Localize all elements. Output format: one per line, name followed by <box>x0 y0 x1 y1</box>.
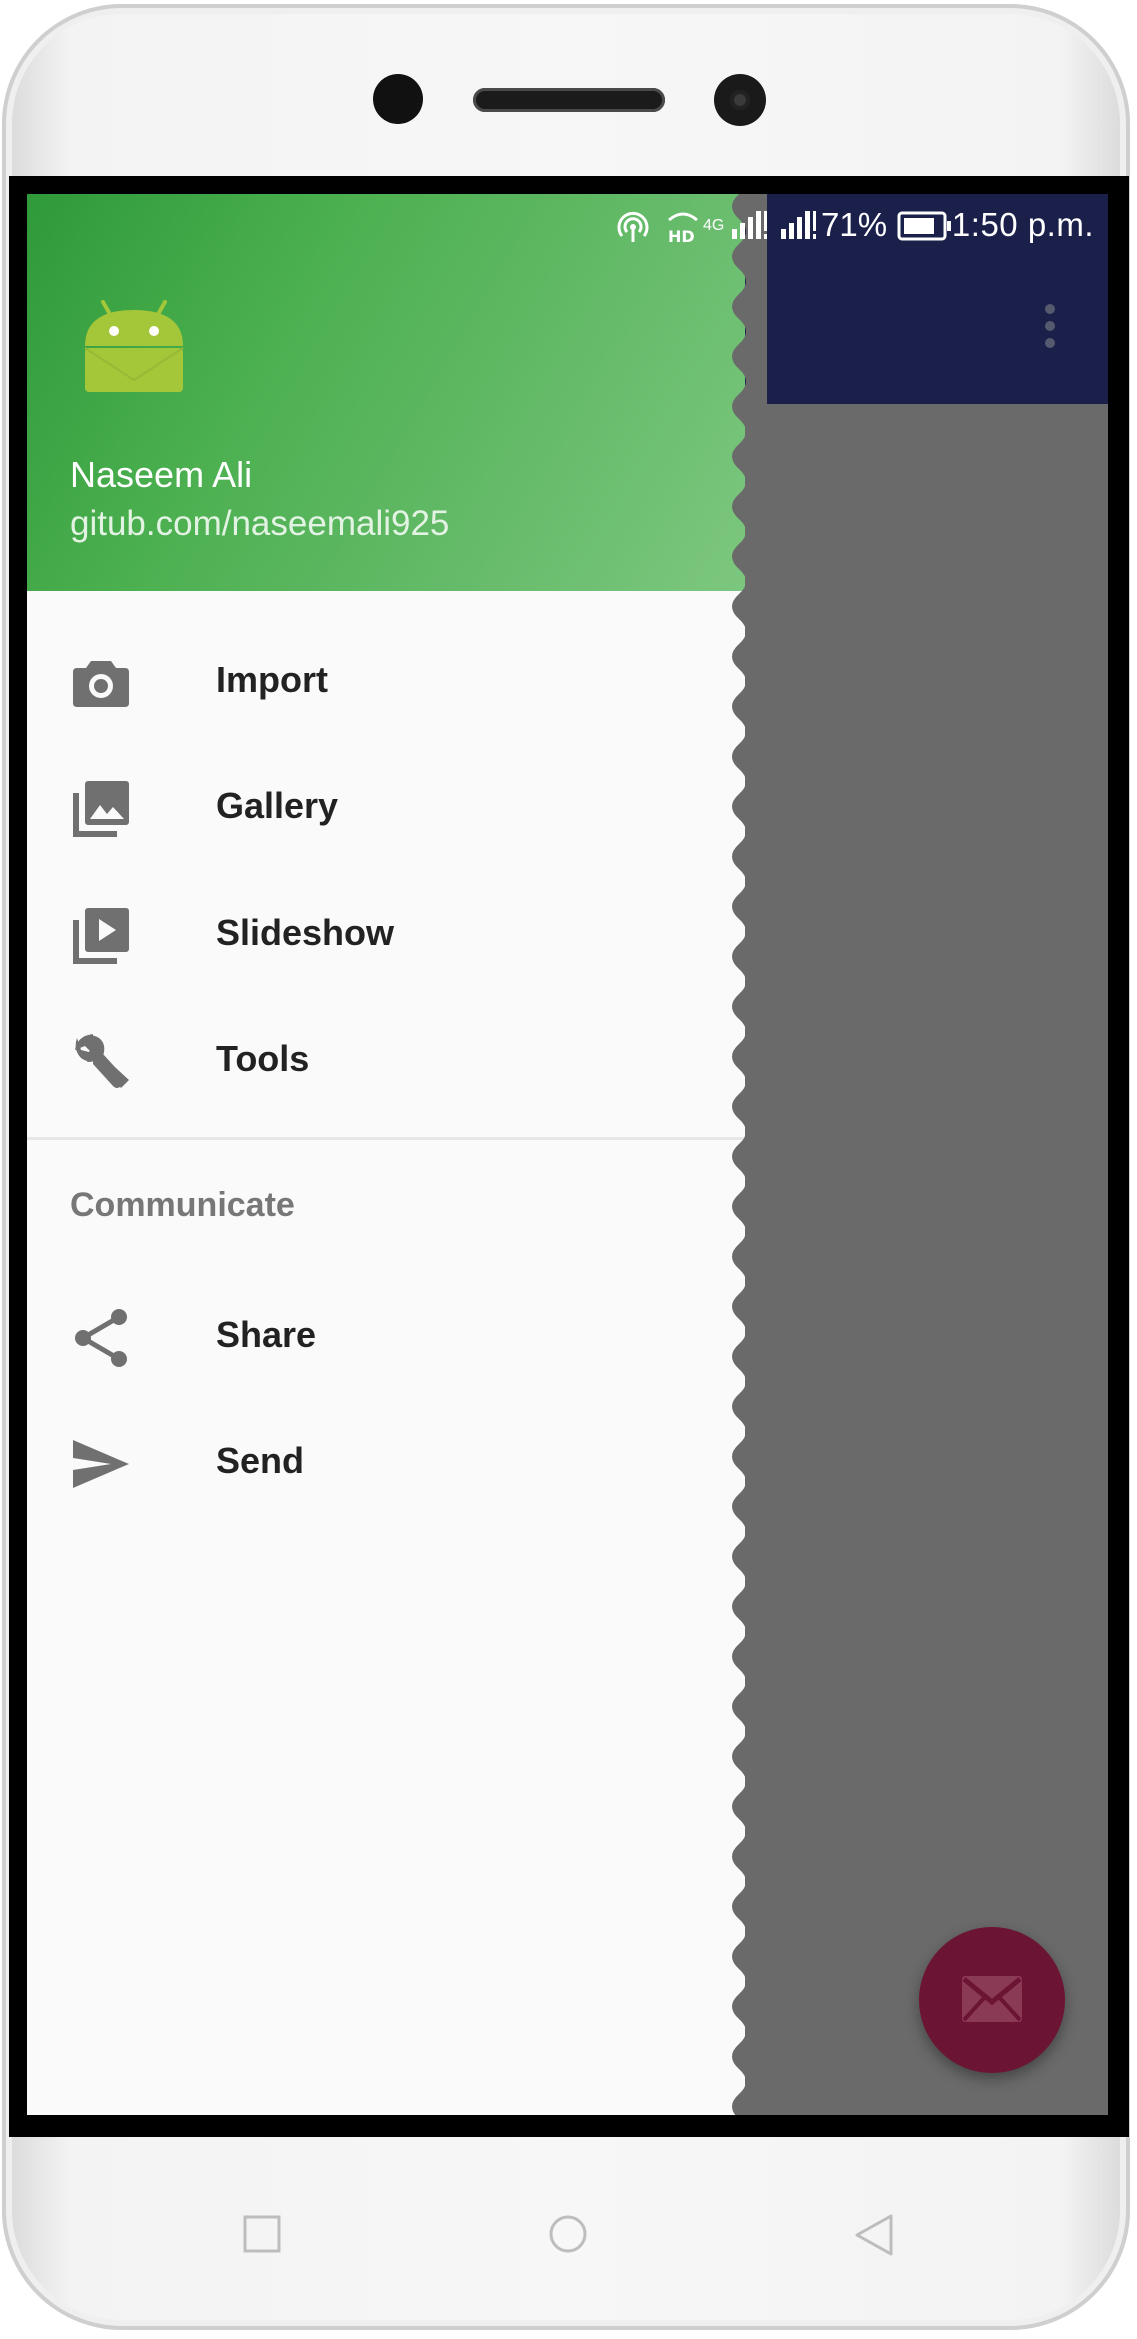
menu-item-label: Gallery <box>216 785 339 826</box>
user-link[interactable]: gitub.com/naseemali925 <box>70 504 449 544</box>
camera-icon <box>73 661 129 707</box>
menu-item-label: Import <box>216 659 328 700</box>
signal-icon <box>781 211 816 239</box>
earpiece-speaker <box>473 88 665 112</box>
menu-item-import[interactable]: Import <box>27 621 745 741</box>
clock: 1:50 p.m. <box>951 206 1094 243</box>
menu-item-label: Tools <box>216 1038 310 1079</box>
section-title: Communicate <box>70 1186 295 1224</box>
hotspot-icon <box>617 211 649 242</box>
battery-icon <box>897 211 951 241</box>
home-icon[interactable] <box>548 2214 588 2254</box>
navigation-bar <box>0 2140 1137 2330</box>
wrench-icon <box>75 1034 129 1088</box>
menu-item-label: Slideshow <box>216 912 395 953</box>
front-camera <box>714 74 766 126</box>
drawer-torn-edge <box>732 194 767 2115</box>
menu-item-gallery[interactable]: Gallery <box>27 747 745 867</box>
android-icon <box>84 300 184 392</box>
menu-item-slideshow[interactable]: Slideshow <box>27 874 745 994</box>
status-bar: HD 4G 71% 1:50 p.m. <box>27 194 1108 256</box>
more-vert-icon[interactable] <box>1044 304 1056 350</box>
divider <box>27 1137 745 1140</box>
menu-item-share[interactable]: Share <box>27 1276 745 1396</box>
recents-icon[interactable] <box>243 2215 281 2253</box>
back-icon[interactable] <box>853 2214 895 2256</box>
battery-percent: 71% <box>821 206 888 243</box>
hd-voice-icon: HD <box>668 212 698 246</box>
menu-item-label: Share <box>216 1314 317 1355</box>
send-icon <box>73 1440 129 1488</box>
mail-fab-button[interactable] <box>919 1927 1065 2073</box>
screen: Naseem Ali gitub.com/naseemali925 Import… <box>27 194 1108 2115</box>
user-name: Naseem Ali <box>70 454 253 495</box>
share-icon <box>75 1309 127 1367</box>
signal-icon <box>732 211 767 239</box>
svg-text:HD: HD <box>668 227 695 246</box>
navigation-drawer: Naseem Ali gitub.com/naseemali925 Import… <box>27 194 745 2115</box>
menu-item-label: Send <box>216 1440 305 1481</box>
front-sensor <box>373 74 423 124</box>
mail-icon <box>962 1976 1022 2022</box>
menu-item-send[interactable]: Send <box>27 1402 745 1522</box>
slideshow-icon <box>73 908 129 964</box>
gallery-icon <box>73 781 129 837</box>
network-type: 4G <box>703 217 725 234</box>
menu-item-tools[interactable]: Tools <box>27 1000 745 1120</box>
